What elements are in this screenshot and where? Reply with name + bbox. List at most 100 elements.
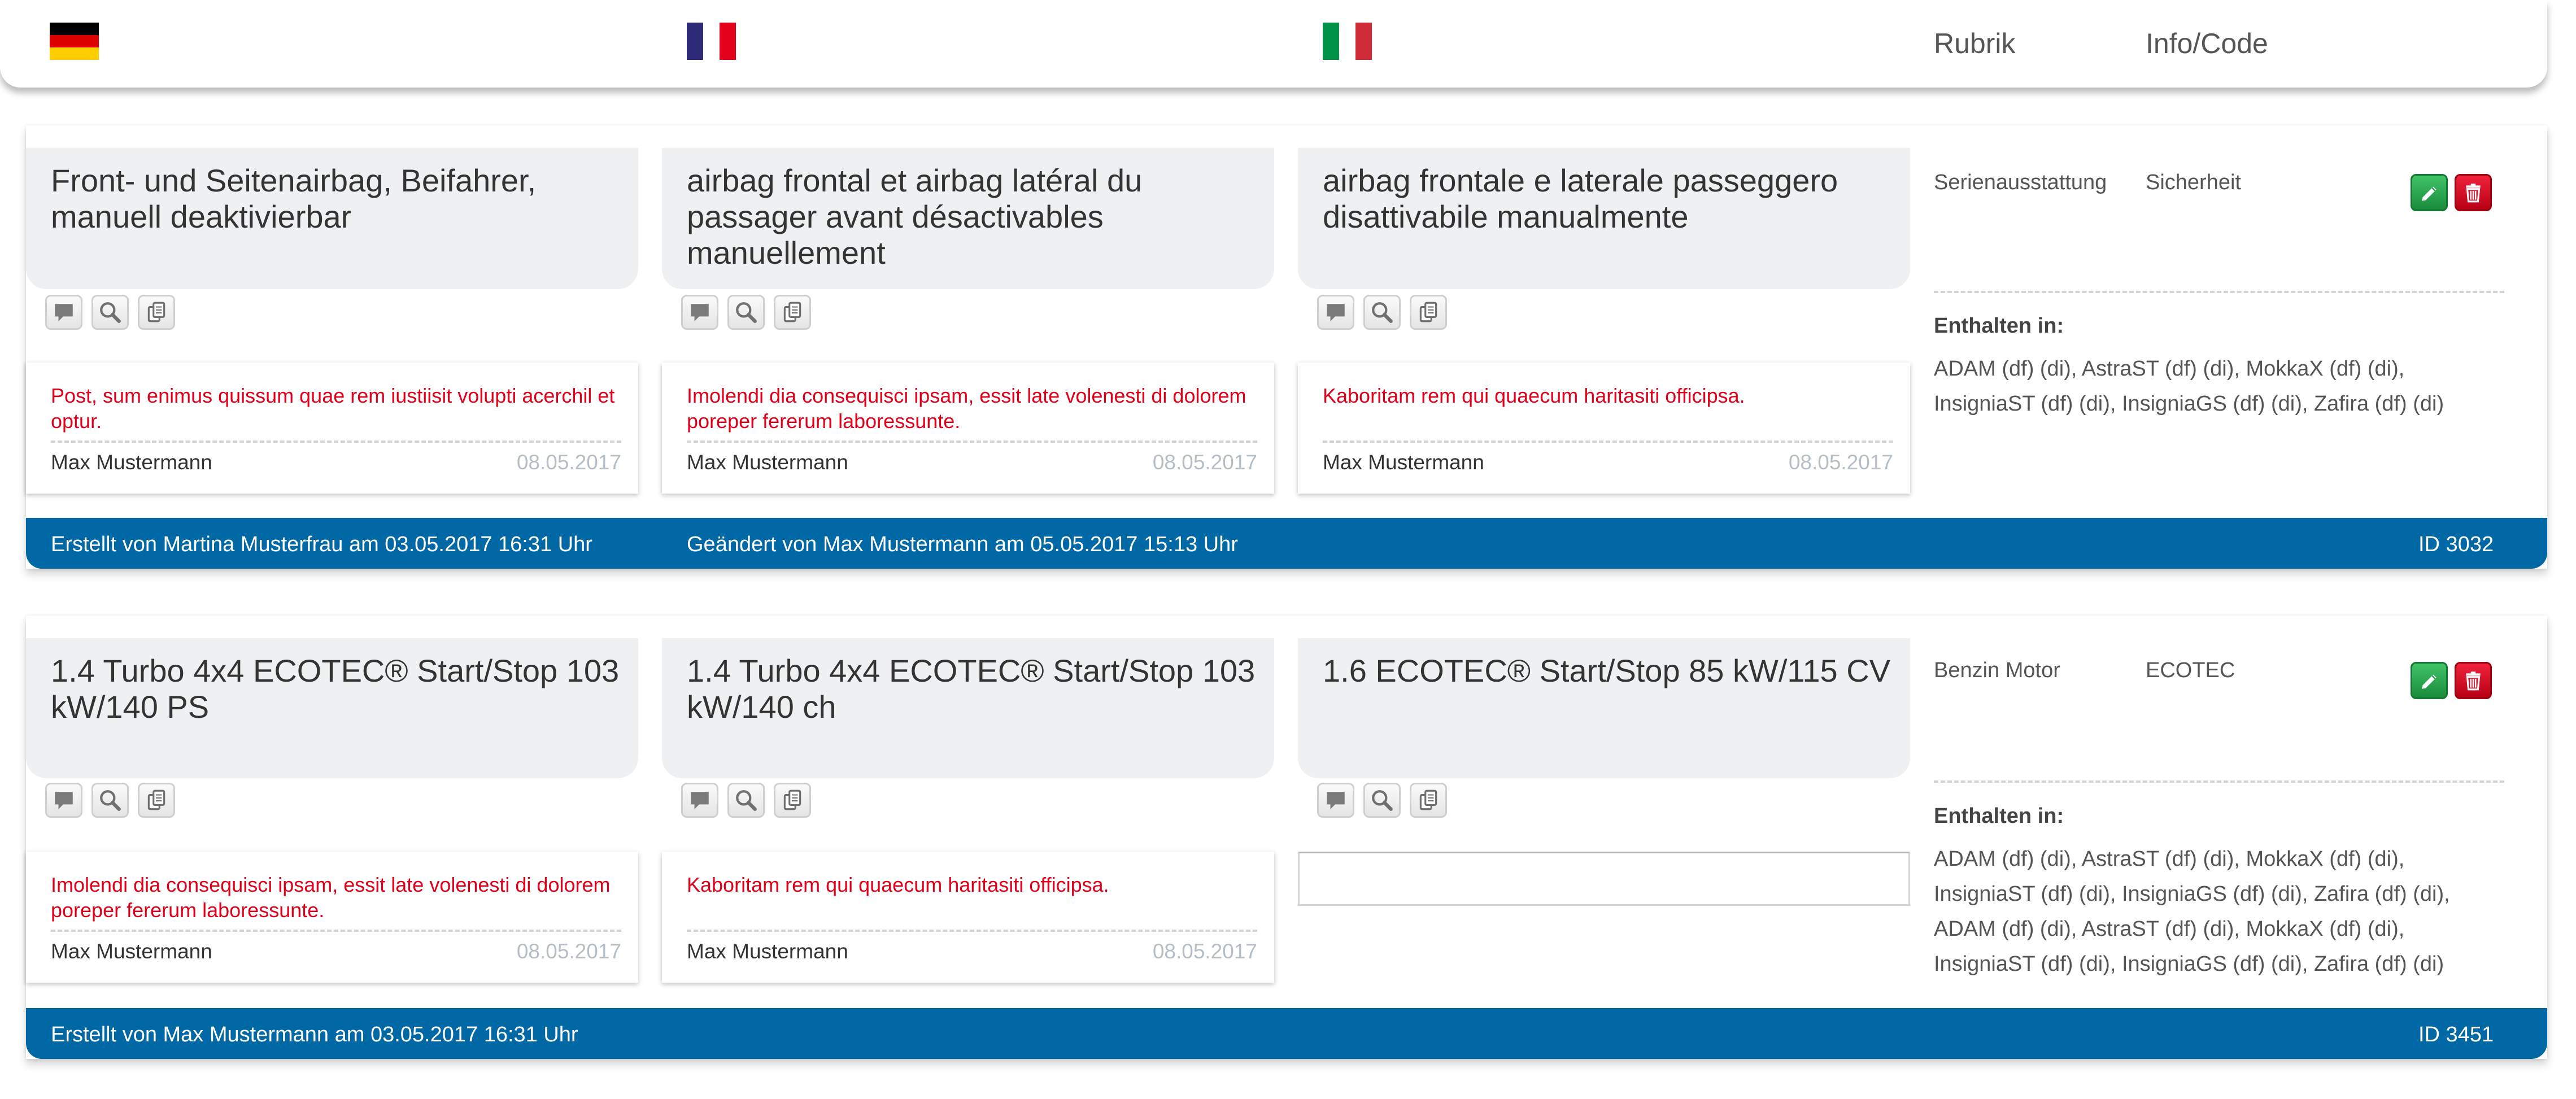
created-info: Erstellt von Max Mustermann am 03.05.201… — [51, 1023, 578, 1046]
search-icon — [98, 300, 122, 324]
created-info: Erstellt von Martina Musterfrau am 03.05… — [51, 533, 592, 556]
search-icon — [98, 788, 122, 812]
copy-button[interactable] — [138, 295, 175, 330]
search-icon — [734, 788, 758, 812]
rubrik-value: Benzin Motor — [1934, 658, 2060, 682]
search-button[interactable] — [727, 295, 765, 330]
translation-actions-fr — [681, 783, 811, 818]
translation-de[interactable]: Front- und Seitenairbag, Beifahrer, manu… — [26, 148, 638, 289]
entry-card-3451: 1.4 Turbo 4x4 ECOTEC® Start/Stop 103 kW/… — [26, 616, 2547, 1059]
comment-button[interactable] — [681, 783, 718, 818]
info-code-value: Sicherheit — [2146, 171, 2241, 194]
translation-actions-it — [1317, 295, 1447, 330]
comment-text: Imolendi dia consequisci ipsam, essit la… — [51, 873, 611, 922]
side-divider — [1934, 780, 2504, 783]
entry-id: ID 3032 — [2418, 533, 2494, 556]
translation-text-it: 1.6 ECOTEC® Start/Stop 85 kW/115 CV — [1323, 653, 1891, 688]
copy-button[interactable] — [138, 783, 175, 818]
copy-icon — [781, 788, 804, 812]
translation-it[interactable]: 1.6 ECOTEC® Start/Stop 85 kW/115 CV — [1298, 638, 1910, 778]
translation-actions-fr — [681, 295, 811, 330]
translation-de[interactable]: 1.4 Turbo 4x4 ECOTEC® Start/Stop 103 kW/… — [26, 638, 638, 778]
enthalten-label: Enthalten in: — [1934, 314, 2064, 338]
comment-button[interactable] — [1317, 295, 1354, 330]
comment-icon — [52, 300, 76, 324]
delete-button[interactable] — [2455, 662, 2492, 699]
column-header-bar: Rubrik Info/Code — [0, 0, 2547, 88]
copy-button[interactable] — [1410, 783, 1447, 818]
info-code-value: ECOTEC — [2146, 658, 2235, 682]
trash-icon — [2461, 669, 2485, 692]
pencil-icon — [2417, 181, 2441, 204]
comment-box-de: Imolendi dia consequisci ipsam, essit la… — [26, 852, 638, 983]
translation-it[interactable]: airbag frontale e laterale passeggero di… — [1298, 148, 1910, 289]
comment-text: Kaboritam rem qui quaecum haritasiti off… — [687, 873, 1109, 896]
trash-icon — [2461, 181, 2485, 204]
side-divider — [1934, 291, 2504, 293]
copy-button[interactable] — [1410, 295, 1447, 330]
comment-date: 08.05.2017 — [1152, 451, 1257, 474]
comment-icon — [688, 300, 712, 324]
flag-germany-icon — [50, 23, 99, 60]
search-button[interactable] — [1363, 295, 1401, 330]
comment-author: Max Mustermann — [687, 451, 848, 474]
comment-input-it[interactable] — [1298, 852, 1910, 906]
comment-divider — [687, 441, 1257, 443]
comment-button[interactable] — [45, 783, 82, 818]
comment-date: 08.05.2017 — [516, 940, 621, 963]
edit-button[interactable] — [2411, 662, 2448, 699]
search-button[interactable] — [1363, 783, 1401, 818]
comment-text: Imolendi dia consequisci ipsam, essit la… — [687, 384, 1246, 433]
copy-icon — [1416, 300, 1440, 324]
rubrik-column-label: Rubrik — [1934, 28, 2016, 59]
translation-actions-it — [1317, 783, 1447, 818]
copy-button[interactable] — [774, 783, 811, 818]
enthalten-list: ADAM (df) (di), AstraST (df) (di), Mokka… — [1934, 357, 2444, 416]
translation-actions-de — [45, 783, 175, 818]
comment-author: Max Mustermann — [51, 940, 212, 963]
search-icon — [1370, 300, 1394, 324]
copy-icon — [1416, 788, 1440, 812]
search-icon — [1370, 788, 1394, 812]
copy-button[interactable] — [774, 295, 811, 330]
translation-actions-de — [45, 295, 175, 330]
delete-button[interactable] — [2455, 174, 2492, 211]
rubrik-value: Serienausstattung — [1934, 171, 2107, 194]
translation-fr[interactable]: 1.4 Turbo 4x4 ECOTEC® Start/Stop 103 kW/… — [662, 638, 1274, 778]
comment-box-fr: Kaboritam rem qui quaecum haritasiti off… — [662, 852, 1274, 983]
comment-divider — [1323, 441, 1893, 443]
comment-author: Max Mustermann — [1323, 451, 1484, 474]
entry-footer: Erstellt von Martina Musterfrau am 03.05… — [26, 518, 2547, 569]
copy-icon — [145, 300, 168, 324]
translation-fr[interactable]: airbag frontal et airbag latéral du pass… — [662, 148, 1274, 289]
search-icon — [734, 300, 758, 324]
translation-text-de: Front- und Seitenairbag, Beifahrer, manu… — [51, 163, 537, 234]
translation-text-de: 1.4 Turbo 4x4 ECOTEC® Start/Stop 103 kW/… — [51, 653, 620, 725]
pencil-icon — [2417, 669, 2441, 692]
search-button[interactable] — [727, 783, 765, 818]
search-button[interactable] — [91, 783, 129, 818]
edit-button[interactable] — [2411, 174, 2448, 211]
enthalten-label: Enthalten in: — [1934, 804, 2064, 828]
flag-france-icon — [687, 23, 736, 60]
copy-icon — [781, 300, 804, 324]
entry-card-3032: Front- und Seitenairbag, Beifahrer, manu… — [26, 125, 2547, 569]
enthalten-list: ADAM (df) (di), AstraST (df) (di), Mokka… — [1934, 847, 2450, 976]
comment-button[interactable] — [45, 295, 82, 330]
comment-button[interactable] — [681, 295, 718, 330]
comment-box-de: Post, sum enimus quissum quae rem iustii… — [26, 363, 638, 494]
comment-text: Post, sum enimus quissum quae rem iustii… — [51, 384, 615, 433]
translation-text-fr: airbag frontal et airbag latéral du pass… — [687, 163, 1143, 271]
comment-icon — [1324, 300, 1348, 324]
comment-button[interactable] — [1317, 783, 1354, 818]
comment-divider — [51, 441, 621, 443]
comment-divider — [51, 930, 621, 932]
comment-box-fr: Imolendi dia consequisci ipsam, essit la… — [662, 363, 1274, 494]
search-button[interactable] — [91, 295, 129, 330]
comment-text: Kaboritam rem qui quaecum haritasiti off… — [1323, 384, 1745, 407]
comment-date: 08.05.2017 — [1152, 940, 1257, 963]
comment-date: 08.05.2017 — [516, 451, 621, 474]
translation-text-fr: 1.4 Turbo 4x4 ECOTEC® Start/Stop 103 kW/… — [687, 653, 1256, 725]
comment-icon — [1324, 788, 1348, 812]
comment-icon — [52, 788, 76, 812]
